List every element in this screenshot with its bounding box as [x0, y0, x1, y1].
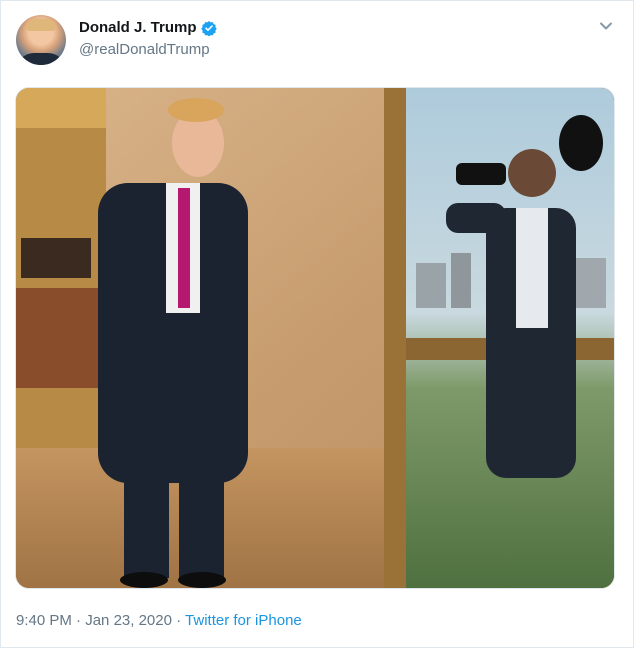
author-display-name[interactable]: Donald J. Trump — [79, 19, 197, 36]
verified-badge-icon — [200, 20, 217, 36]
author-name-row: Donald J. Trump — [79, 19, 217, 36]
tweet-photo[interactable] — [15, 87, 615, 589]
avatar[interactable] — [16, 15, 66, 65]
tweet-card: Donald J. Trump @realDonaldTrump 9:40 PM… — [0, 0, 634, 648]
tweet-source-link[interactable]: Twitter for iPhone — [185, 612, 302, 629]
tweet-date[interactable]: Jan 23, 2020 — [85, 612, 172, 629]
avatar-suit — [16, 53, 66, 65]
tweet-photo-illustration — [16, 88, 614, 588]
chevron-down-icon[interactable] — [597, 17, 615, 35]
author-handle[interactable]: @realDonaldTrump — [79, 41, 210, 58]
footer-separator: · — [71, 612, 86, 629]
tweet-time[interactable]: 9:40 PM — [16, 612, 72, 629]
tweet-footer: 9:40 PM · Jan 23, 2020 · Twitter for iPh… — [16, 612, 302, 629]
footer-separator: · — [171, 612, 186, 629]
avatar-hair — [26, 19, 56, 31]
